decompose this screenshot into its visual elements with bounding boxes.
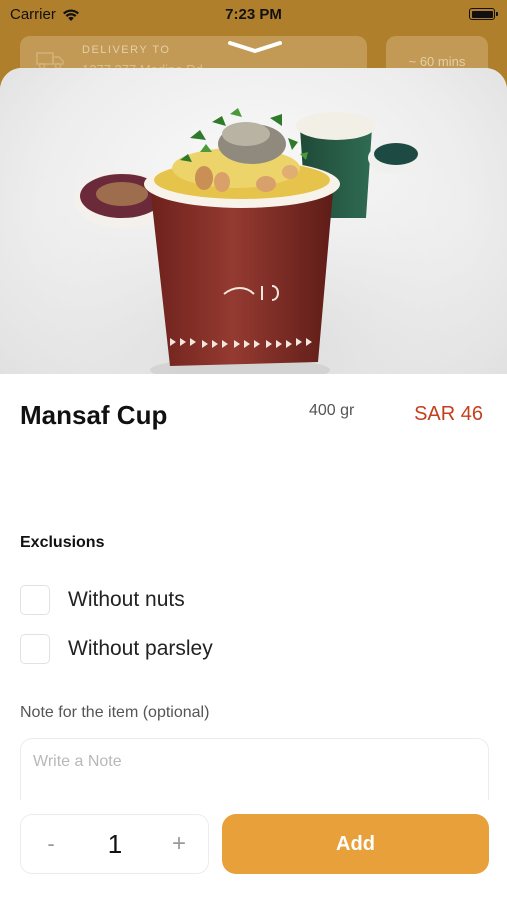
product-price: SAR 46 xyxy=(414,403,483,425)
increase-quantity-button[interactable]: + xyxy=(161,829,197,859)
battery-icon xyxy=(469,8,498,20)
option-label: Without parsley xyxy=(68,637,213,660)
without-parsley-checkbox[interactable] xyxy=(20,634,50,664)
chevron-down-icon[interactable] xyxy=(227,40,283,54)
note-input[interactable] xyxy=(33,753,473,771)
product-sheet: Mansaf Cup 400 gr SAR 46 Exclusions With… xyxy=(0,68,507,900)
product-title-row: Mansaf Cup 400 gr SAR 46 xyxy=(20,398,483,438)
quantity-value: 1 xyxy=(107,829,123,859)
product-weight: 400 gr xyxy=(309,402,355,419)
status-time: 7:23 PM xyxy=(225,6,282,23)
decrease-quantity-button[interactable]: - xyxy=(33,829,69,859)
sheet-grabber[interactable] xyxy=(0,36,507,62)
option-without-nuts[interactable]: Without nuts xyxy=(20,584,185,616)
quantity-stepper: - 1 + xyxy=(20,814,209,874)
product-name: Mansaf Cup xyxy=(20,400,168,430)
note-label: Note for the item (optional) xyxy=(20,704,210,721)
add-to-cart-button[interactable]: Add xyxy=(222,814,489,874)
product-image xyxy=(0,68,507,374)
without-nuts-checkbox[interactable] xyxy=(20,585,50,615)
option-without-parsley[interactable]: Without parsley xyxy=(20,633,213,665)
bottom-action-bar: - 1 + Add xyxy=(0,800,507,900)
option-label: Without nuts xyxy=(68,588,185,611)
status-bar: Carrier 7:23 PM xyxy=(0,0,507,30)
exclusions-title: Exclusions xyxy=(20,534,105,551)
product-photo xyxy=(0,68,507,374)
